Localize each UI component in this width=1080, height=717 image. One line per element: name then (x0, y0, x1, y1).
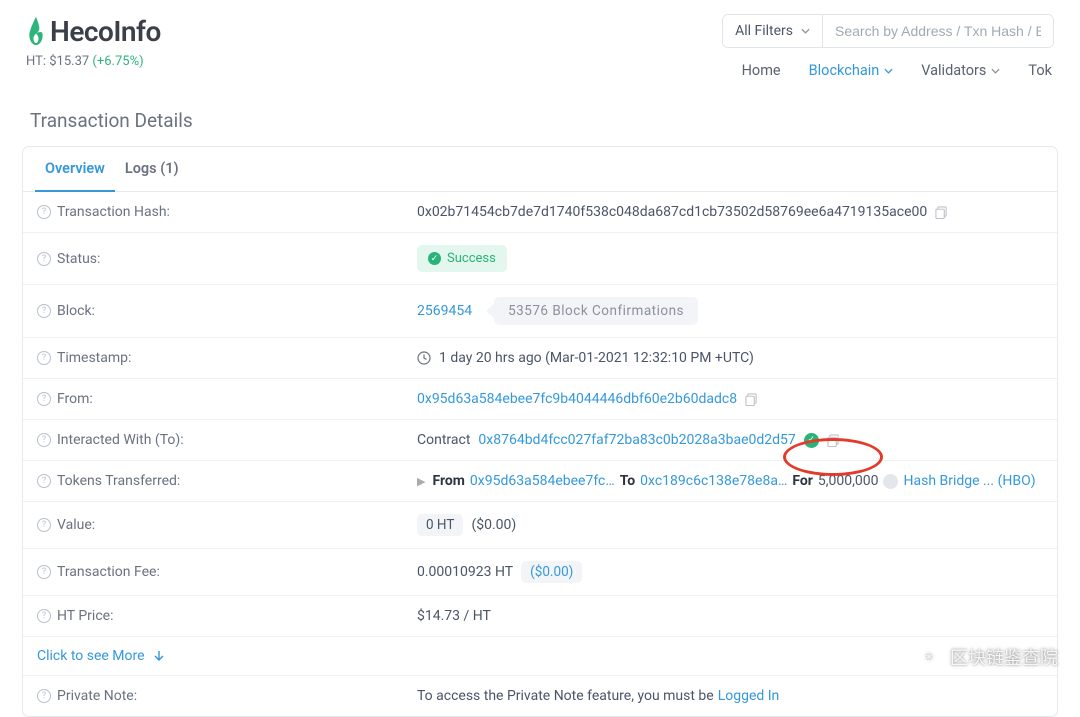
row-ht-price: ?HT Price: $14.73 / HT (23, 596, 1057, 637)
flame-icon (26, 14, 46, 48)
help-icon[interactable]: ? (37, 304, 51, 318)
nav-validators[interactable]: Validators (921, 62, 1000, 79)
token-icon (883, 474, 898, 489)
copy-icon[interactable] (745, 393, 758, 406)
row-fee: ?Transaction Fee: 0.00010923 HT ($0.00) (23, 549, 1057, 596)
chevron-down-icon (991, 68, 1000, 74)
price-change: (+6.75%) (92, 54, 143, 69)
help-icon[interactable]: ? (37, 565, 51, 579)
row-to: ?Interacted With (To): Contract 0x8764bd… (23, 420, 1057, 461)
search-bar: All Filters (722, 14, 1054, 48)
timestamp-value: 1 day 20 hrs ago (Mar-01-2021 12:32:10 P… (439, 350, 754, 366)
block-link[interactable]: 2569454 (417, 303, 472, 319)
page-title: Transaction Details (0, 79, 1080, 146)
arrow-down-icon (153, 650, 165, 662)
chevron-down-icon (884, 68, 893, 74)
confirmations-pill: 53576 Block Confirmations (494, 297, 698, 325)
token-name-link[interactable]: Hash Bridge ... (HBO) (903, 473, 1035, 489)
filter-dropdown[interactable]: All Filters (723, 15, 823, 47)
verified-icon: ✓ (804, 433, 819, 448)
help-icon[interactable]: ? (37, 433, 51, 447)
filter-label: All Filters (735, 23, 793, 39)
private-note-text: To access the Private Note feature, you … (417, 688, 714, 704)
token-amount: 5,000,000 (818, 473, 879, 489)
fee-amount: 0.00010923 HT (417, 564, 513, 580)
help-icon[interactable]: ? (37, 205, 51, 219)
token-from-link[interactable]: 0x95d63a584ebee7fc… (470, 473, 615, 489)
chevron-down-icon (801, 28, 810, 34)
login-link[interactable]: Logged In (718, 688, 780, 704)
from-label: From (432, 473, 464, 489)
help-icon[interactable]: ? (37, 609, 51, 623)
tab-logs[interactable]: Logs (1) (115, 147, 189, 192)
tab-overview[interactable]: Overview (35, 147, 115, 192)
row-status: ?Status: ✓ Success (23, 233, 1057, 285)
tabs: Overview Logs (1) (23, 147, 1057, 192)
row-value: ?Value: 0 HT ($0.00) (23, 502, 1057, 549)
for-label: For (792, 473, 813, 489)
nav-blockchain[interactable]: Blockchain (809, 62, 894, 79)
nav-tokens[interactable]: Tok (1028, 62, 1052, 79)
row-from: ?From: 0x95d63a584ebee7fc9b4044446dbf60e… (23, 379, 1057, 420)
tx-hash-value: 0x02b71454cb7de7d1740f538c048da687cd1cb7… (417, 204, 927, 220)
fee-fiat[interactable]: ($0.00) (521, 561, 582, 583)
to-label: To (620, 473, 635, 489)
clock-icon (417, 351, 431, 365)
copy-icon[interactable] (827, 434, 840, 447)
help-icon[interactable]: ? (37, 392, 51, 406)
price-ticker: HT: $15.37 (+6.75%) (26, 54, 161, 69)
value-amount: 0 HT (417, 514, 463, 536)
row-block: ?Block: 2569454 53576 Block Confirmation… (23, 285, 1057, 338)
row-tx-hash: ?Transaction Hash: 0x02b71454cb7de7d1740… (23, 192, 1057, 233)
row-tokens-transferred: ?Tokens Transferred: ▶ From 0x95d63a584e… (23, 461, 1057, 502)
price-value: HT: $15.37 (26, 54, 89, 69)
token-to-link[interactable]: 0xc189c6c138e78e8a… (640, 473, 787, 489)
caret-right-icon: ▶ (417, 475, 425, 488)
see-more-toggle[interactable]: Click to see More (23, 637, 1057, 676)
main-nav: Home Blockchain Validators Tok (742, 62, 1054, 79)
from-address-link[interactable]: 0x95d63a584ebee7fc9b4044446dbf60e2b60dad… (417, 391, 737, 407)
nav-home[interactable]: Home (742, 62, 781, 79)
ht-price-value: $14.73 / HT (417, 608, 491, 624)
help-icon[interactable]: ? (37, 518, 51, 532)
logo[interactable]: HecoInfo (26, 14, 161, 48)
row-timestamp: ?Timestamp: 1 day 20 hrs ago (Mar-01-202… (23, 338, 1057, 379)
copy-icon[interactable] (935, 206, 948, 219)
tx-panel: Overview Logs (1) ?Transaction Hash: 0x0… (22, 146, 1058, 717)
help-icon[interactable]: ? (37, 351, 51, 365)
search-input[interactable] (823, 15, 1053, 47)
value-fiat: ($0.00) (471, 517, 516, 533)
to-address-link[interactable]: 0x8764bd4fcc027faf72ba83c0b2028a3bae0d2d… (478, 432, 795, 448)
help-icon[interactable]: ? (37, 252, 51, 266)
help-icon[interactable]: ? (37, 474, 51, 488)
logo-text: HecoInfo (50, 15, 161, 48)
to-prefix: Contract (417, 432, 470, 448)
status-badge: ✓ Success (417, 245, 507, 272)
help-icon[interactable]: ? (37, 689, 51, 703)
row-private-note: ?Private Note: To access the Private Not… (23, 676, 1057, 716)
check-icon: ✓ (428, 252, 441, 265)
